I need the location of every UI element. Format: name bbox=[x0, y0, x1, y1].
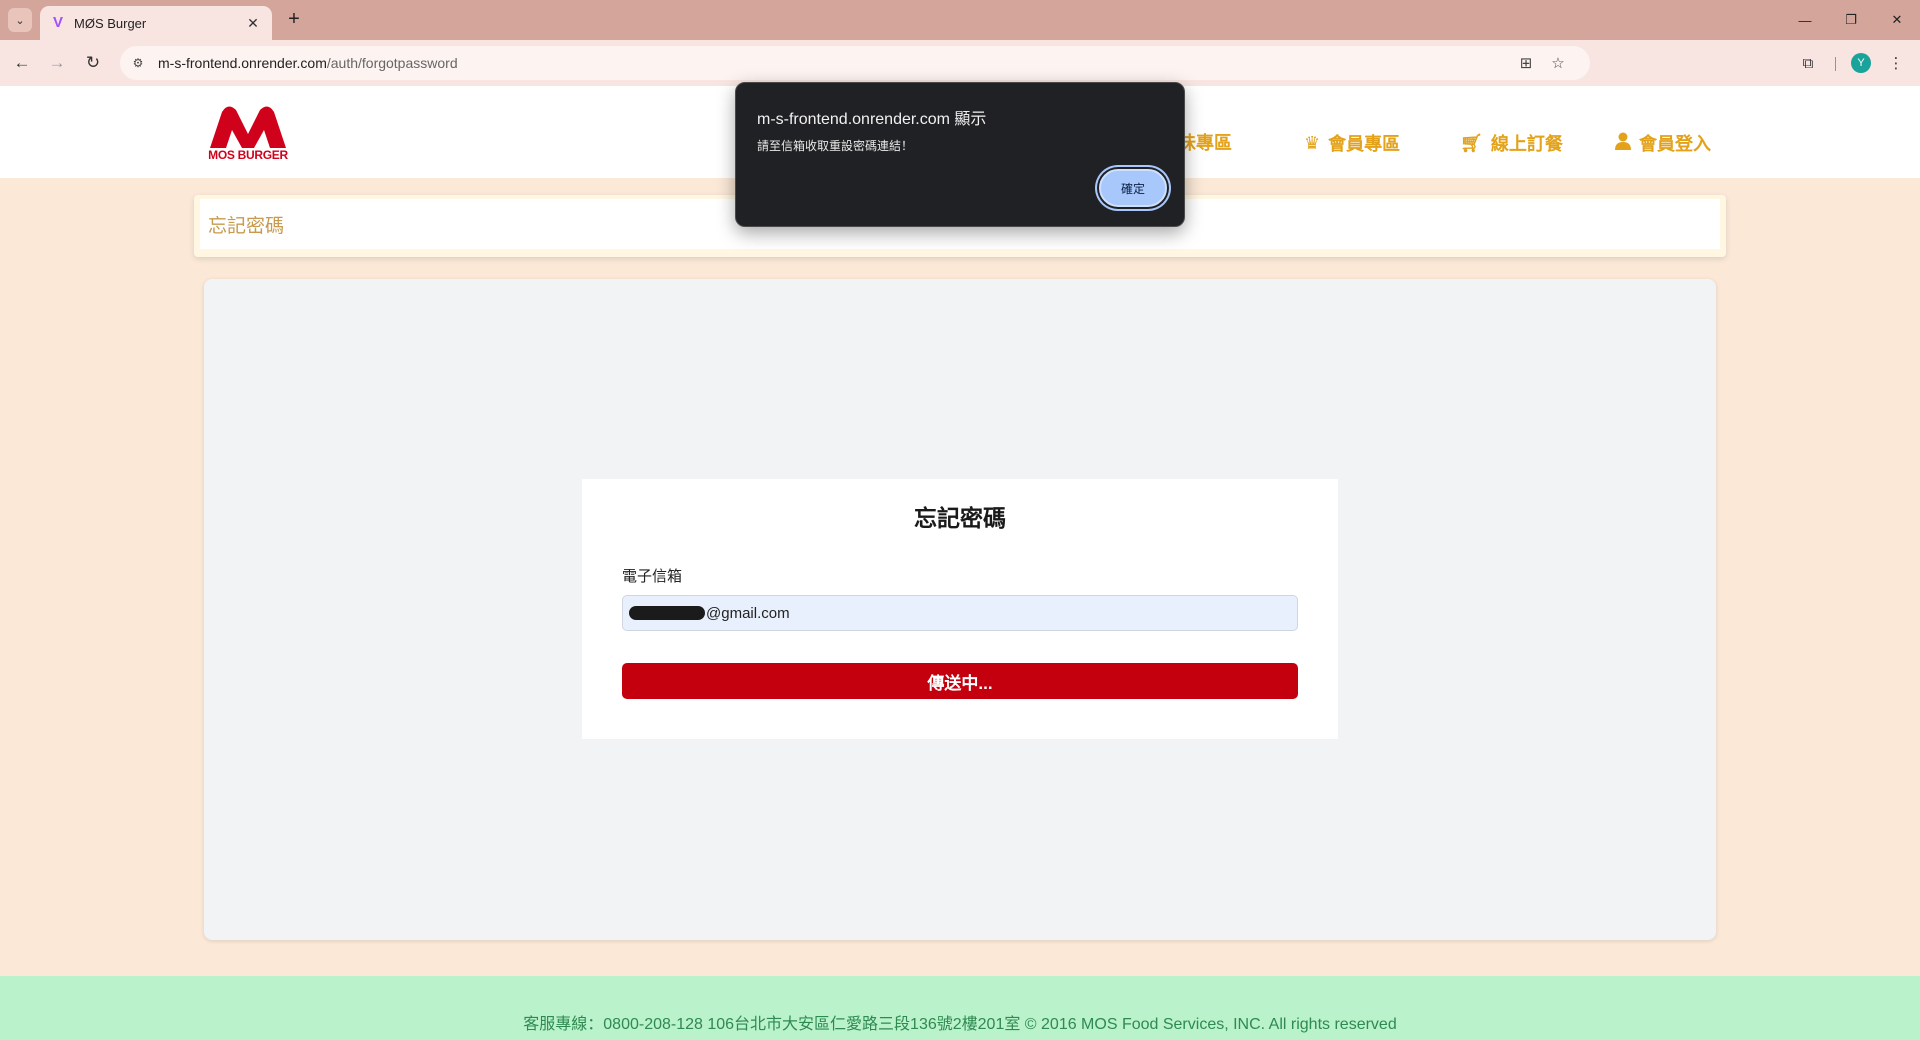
browser-toolbar: ← → ↻ ⚙ m-s-frontend.onrender.com/auth/f… bbox=[0, 40, 1920, 86]
site-favicon-icon: V bbox=[52, 14, 63, 31]
logo-text: MOS BURGER bbox=[208, 148, 288, 162]
submit-button[interactable]: 傳送中... bbox=[622, 663, 1298, 699]
alert-dialog: m-s-frontend.onrender.com 顯示 請至信箱收取重設密碼連… bbox=[735, 82, 1185, 227]
email-value: @gmail.com bbox=[706, 604, 790, 622]
extensions-icon[interactable]: ⧉ bbox=[1796, 51, 1820, 75]
nav-item-online-order[interactable]: 🛒︎ 線上訂餐 bbox=[1460, 130, 1563, 156]
close-tab-icon[interactable]: ✕ bbox=[244, 15, 262, 32]
email-field[interactable]: @gmail.com bbox=[622, 595, 1298, 631]
crown-icon: ♛ bbox=[1304, 132, 1321, 153]
url-host: m-s-frontend.onrender.com bbox=[158, 55, 327, 71]
minimize-window-button[interactable]: — bbox=[1782, 0, 1828, 40]
more-menu-icon[interactable]: ⋮ bbox=[1884, 51, 1908, 75]
email-label: 電子信箱 bbox=[622, 568, 683, 585]
dialog-title: m-s-frontend.onrender.com 顯示 bbox=[757, 111, 987, 128]
redaction-mark bbox=[629, 606, 705, 620]
profile-avatar[interactable]: Y bbox=[1851, 53, 1871, 73]
toolbar-divider bbox=[1835, 57, 1836, 71]
mos-logo-mark-icon bbox=[210, 106, 286, 148]
arrow-left-icon: ← bbox=[13, 53, 31, 72]
browser-tab[interactable]: V MØS Burger ✕ bbox=[40, 6, 272, 40]
chevron-down-icon: ⌄ bbox=[15, 14, 25, 27]
url-path: /auth/forgotpassword bbox=[326, 55, 458, 71]
mos-burger-logo[interactable]: MOS BURGER bbox=[206, 104, 290, 162]
nav-item-member-zone[interactable]: ♛ 會員專區 bbox=[1304, 130, 1400, 156]
back-button[interactable]: ← bbox=[8, 49, 36, 77]
reload-button[interactable]: ↻ bbox=[79, 49, 107, 77]
translate-icon[interactable]: ⊞ bbox=[1514, 51, 1538, 75]
url-text: m-s-frontend.onrender.com/auth/forgotpas… bbox=[158, 55, 458, 71]
cart-icon: 🛒︎ bbox=[1460, 132, 1483, 153]
nav-label-online-order: 線上訂餐 bbox=[1490, 134, 1563, 154]
site-info-icon[interactable]: ⚙ bbox=[126, 51, 150, 75]
restore-window-button[interactable]: ❐ bbox=[1828, 0, 1874, 40]
bookmark-star-icon[interactable]: ☆ bbox=[1546, 51, 1570, 75]
address-bar[interactable]: ⚙ m-s-frontend.onrender.com/auth/forgotp… bbox=[120, 46, 1590, 80]
footer-text: 客服專線：0800-208-128 106台北市大安區仁愛路三段136號2樓20… bbox=[523, 1016, 1397, 1033]
form-title: 忘記密碼 bbox=[914, 505, 1006, 531]
site-footer: 客服專線：0800-208-128 106台北市大安區仁愛路三段136號2樓20… bbox=[0, 976, 1920, 1040]
dialog-message: 請至信箱收取重設密碼連結！ bbox=[757, 139, 914, 153]
new-tab-button[interactable]: + bbox=[282, 8, 306, 32]
tab-title: MØS Burger bbox=[74, 15, 147, 31]
browser-tab-bar: ⌄ V MØS Burger ✕ + — ❐ ✕ bbox=[0, 0, 1920, 40]
close-window-button[interactable]: ✕ bbox=[1874, 0, 1920, 40]
nav-item-login[interactable]: 會員登入 bbox=[1615, 130, 1711, 156]
reload-icon: ↻ bbox=[85, 53, 101, 72]
forward-button[interactable]: → bbox=[43, 49, 71, 77]
content-panel: 忘記密碼 電子信箱 @gmail.com 傳送中... bbox=[204, 279, 1716, 940]
dialog-ok-button[interactable]: 確定 bbox=[1099, 169, 1167, 207]
nav-label-login: 會員登入 bbox=[1639, 134, 1711, 154]
nav-label-member-zone: 會員專區 bbox=[1328, 134, 1401, 154]
arrow-right-icon: → bbox=[48, 53, 66, 72]
forgot-password-card: 忘記密碼 電子信箱 @gmail.com 傳送中... bbox=[582, 479, 1338, 739]
user-icon bbox=[1615, 132, 1631, 155]
tab-search-button[interactable]: ⌄ bbox=[8, 8, 32, 32]
